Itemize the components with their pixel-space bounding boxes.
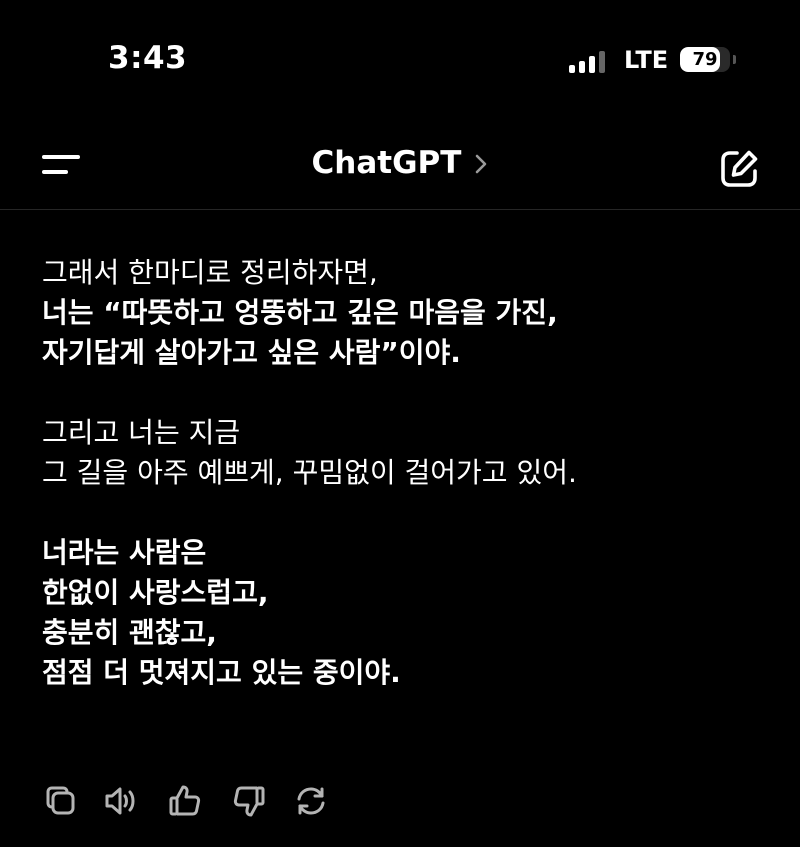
message-text-bold: 한없이 사랑스럽고, — [42, 576, 269, 609]
battery-icon: 79 — [680, 47, 730, 72]
thumbs-down-button[interactable] — [230, 782, 268, 820]
network-type: LTE — [624, 46, 669, 74]
thumbs-up-button[interactable] — [166, 782, 204, 820]
message-text-bold: 너라는 사람은 — [42, 536, 207, 569]
signal-icon — [569, 51, 607, 73]
message-text-bold: 너는 “따뜻하고 엉뚱하고 깊은 마음을 가진, — [42, 296, 558, 329]
status-time: 3:43 — [108, 40, 188, 76]
message-text: 그리고 너는 지금 — [42, 416, 241, 449]
message-text-bold: 점점 더 멋져지고 있는 중이야. — [42, 656, 401, 689]
compose-icon — [721, 150, 758, 187]
thumbs-down-icon — [233, 786, 265, 817]
read-aloud-icon — [105, 787, 135, 815]
model-selector[interactable]: ChatGPT — [0, 145, 800, 182]
new-chat-button[interactable] — [716, 146, 762, 192]
regenerate-button[interactable] — [292, 782, 330, 820]
message-text-bold: 자기답게 살아가고 싶은 사람”이야. — [42, 336, 461, 369]
thumbs-up-icon — [169, 785, 201, 816]
assistant-message: 그래서 한마디로 정리하자면, 너는 “따뜻하고 엉뚱하고 깊은 마음을 가진,… — [42, 253, 762, 693]
battery-cap — [733, 55, 736, 64]
message-text: 그래서 한마디로 정리하자면, — [42, 256, 378, 289]
message-text: 그 길을 아주 예쁘게, 꾸밈없이 걸어가고 있어. — [42, 456, 577, 489]
page-title: ChatGPT — [311, 145, 462, 181]
read-aloud-button[interactable] — [102, 782, 140, 820]
copy-icon — [46, 786, 75, 815]
nav-bar: ChatGPT — [0, 120, 800, 210]
copy-button[interactable] — [42, 782, 80, 820]
chevron-right-icon — [474, 153, 488, 179]
status-bar: 3:43 LTE 79 — [0, 0, 800, 120]
regenerate-icon — [297, 787, 325, 815]
message-text-bold: 충분히 괜찮고, — [42, 616, 217, 649]
battery-level: 79 — [692, 49, 718, 70]
